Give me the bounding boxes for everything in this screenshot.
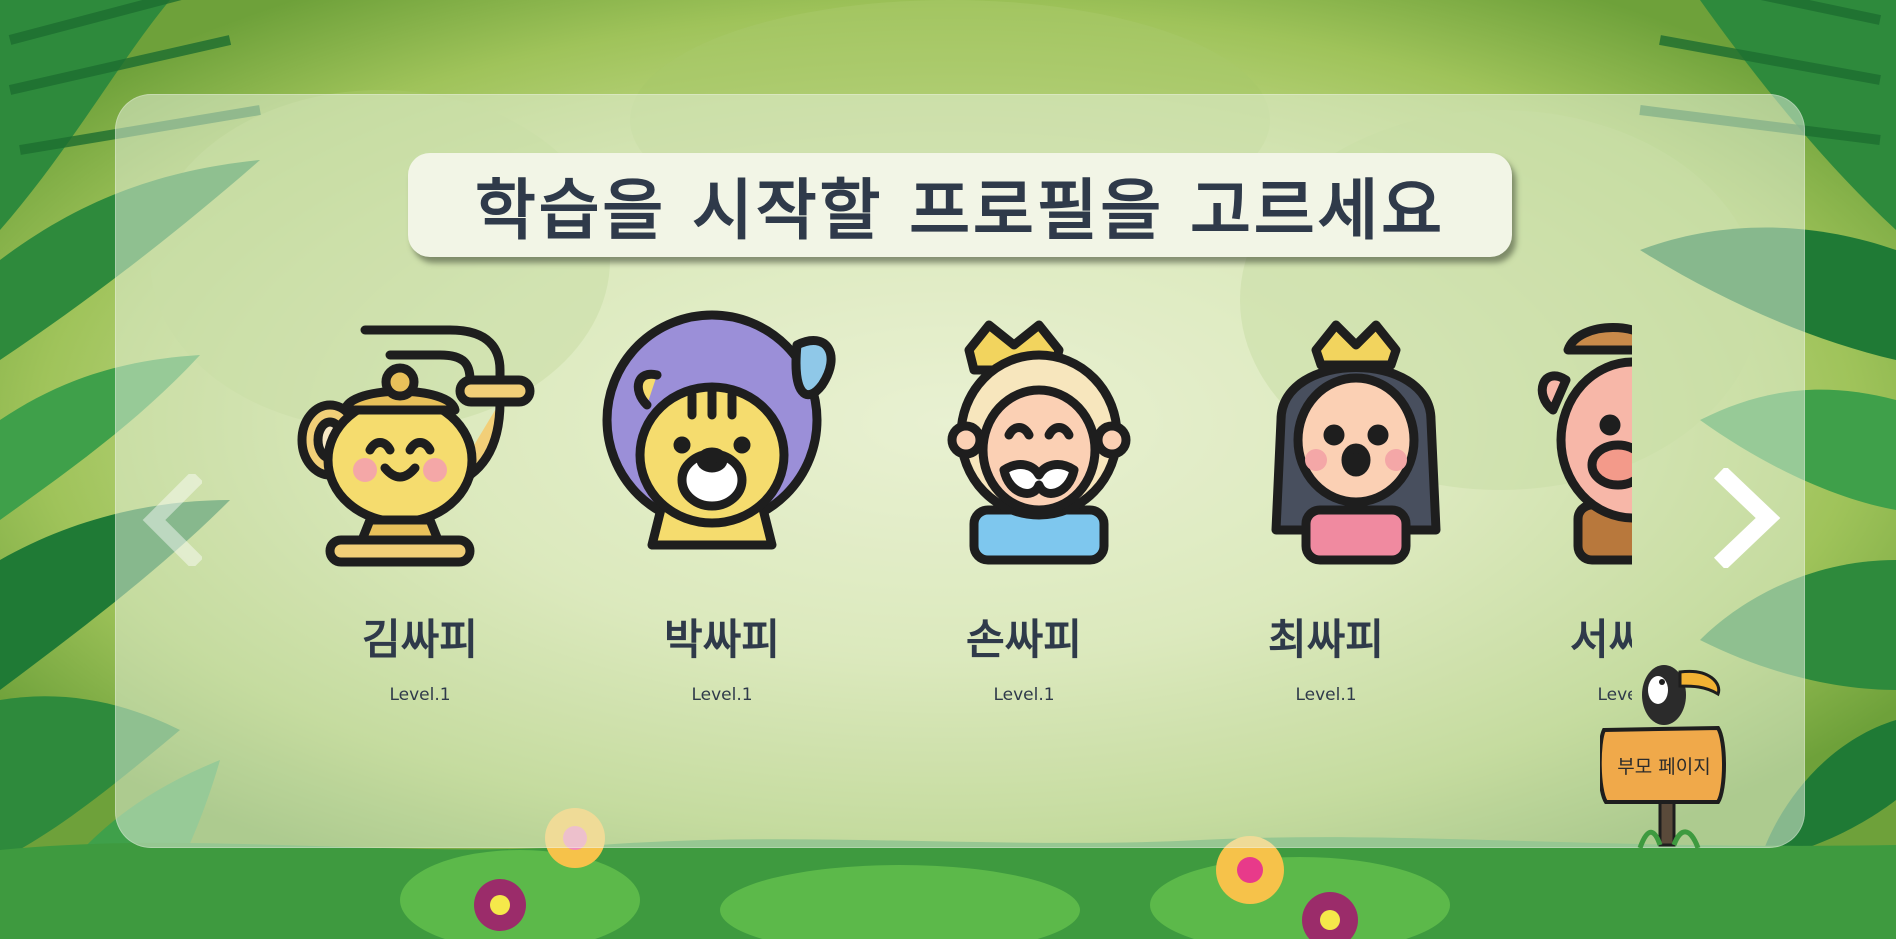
princess-icon — [1271, 320, 1441, 565]
chevron-left-icon — [142, 470, 204, 570]
profile-level: Level.1 — [993, 685, 1055, 705]
profile-carousel: 김싸피 Level.1 박싸피 Level.1 손싸피 Level.1 최싸피 … — [270, 310, 1632, 730]
profile-name: 최싸피 — [1268, 615, 1384, 664]
carousel-prev-button[interactable] — [140, 470, 204, 570]
profile-name: 김싸피 — [362, 615, 478, 664]
profile-card-2[interactable]: 박싸피 Level.1 — [572, 310, 872, 730]
profile-level: Level.1 — [1295, 685, 1357, 705]
chevron-right-icon — [1713, 465, 1781, 571]
profile-name: 박싸피 — [664, 615, 780, 664]
parent-page-label: 부모 페이지 — [1617, 756, 1711, 778]
profile-card-3[interactable]: 손싸피 Level.1 — [874, 310, 1174, 730]
parent-page-button[interactable]: 부모 페이지 — [1597, 650, 1740, 850]
profile-name: 손싸피 — [966, 615, 1082, 664]
tiger-hat-icon — [602, 310, 836, 550]
pig-icon — [1537, 323, 1632, 565]
toucan-signpost-icon — [1597, 665, 1726, 849]
profile-card-4[interactable]: 최싸피 Level.1 — [1176, 310, 1476, 730]
profile-card-1[interactable]: 김싸피 Level.1 — [270, 310, 570, 730]
carousel-next-button[interactable] — [1712, 465, 1782, 571]
profile-level: Level.1 — [691, 685, 753, 705]
profile-level: Level.1 — [389, 685, 451, 705]
king-icon — [947, 320, 1131, 565]
page-title: 학습을 시작할 프로필을 고르세요 — [474, 172, 1445, 249]
genie-lamp-icon — [297, 325, 535, 567]
title-banner: 학습을 시작할 프로필을 고르세요 — [408, 153, 1512, 257]
